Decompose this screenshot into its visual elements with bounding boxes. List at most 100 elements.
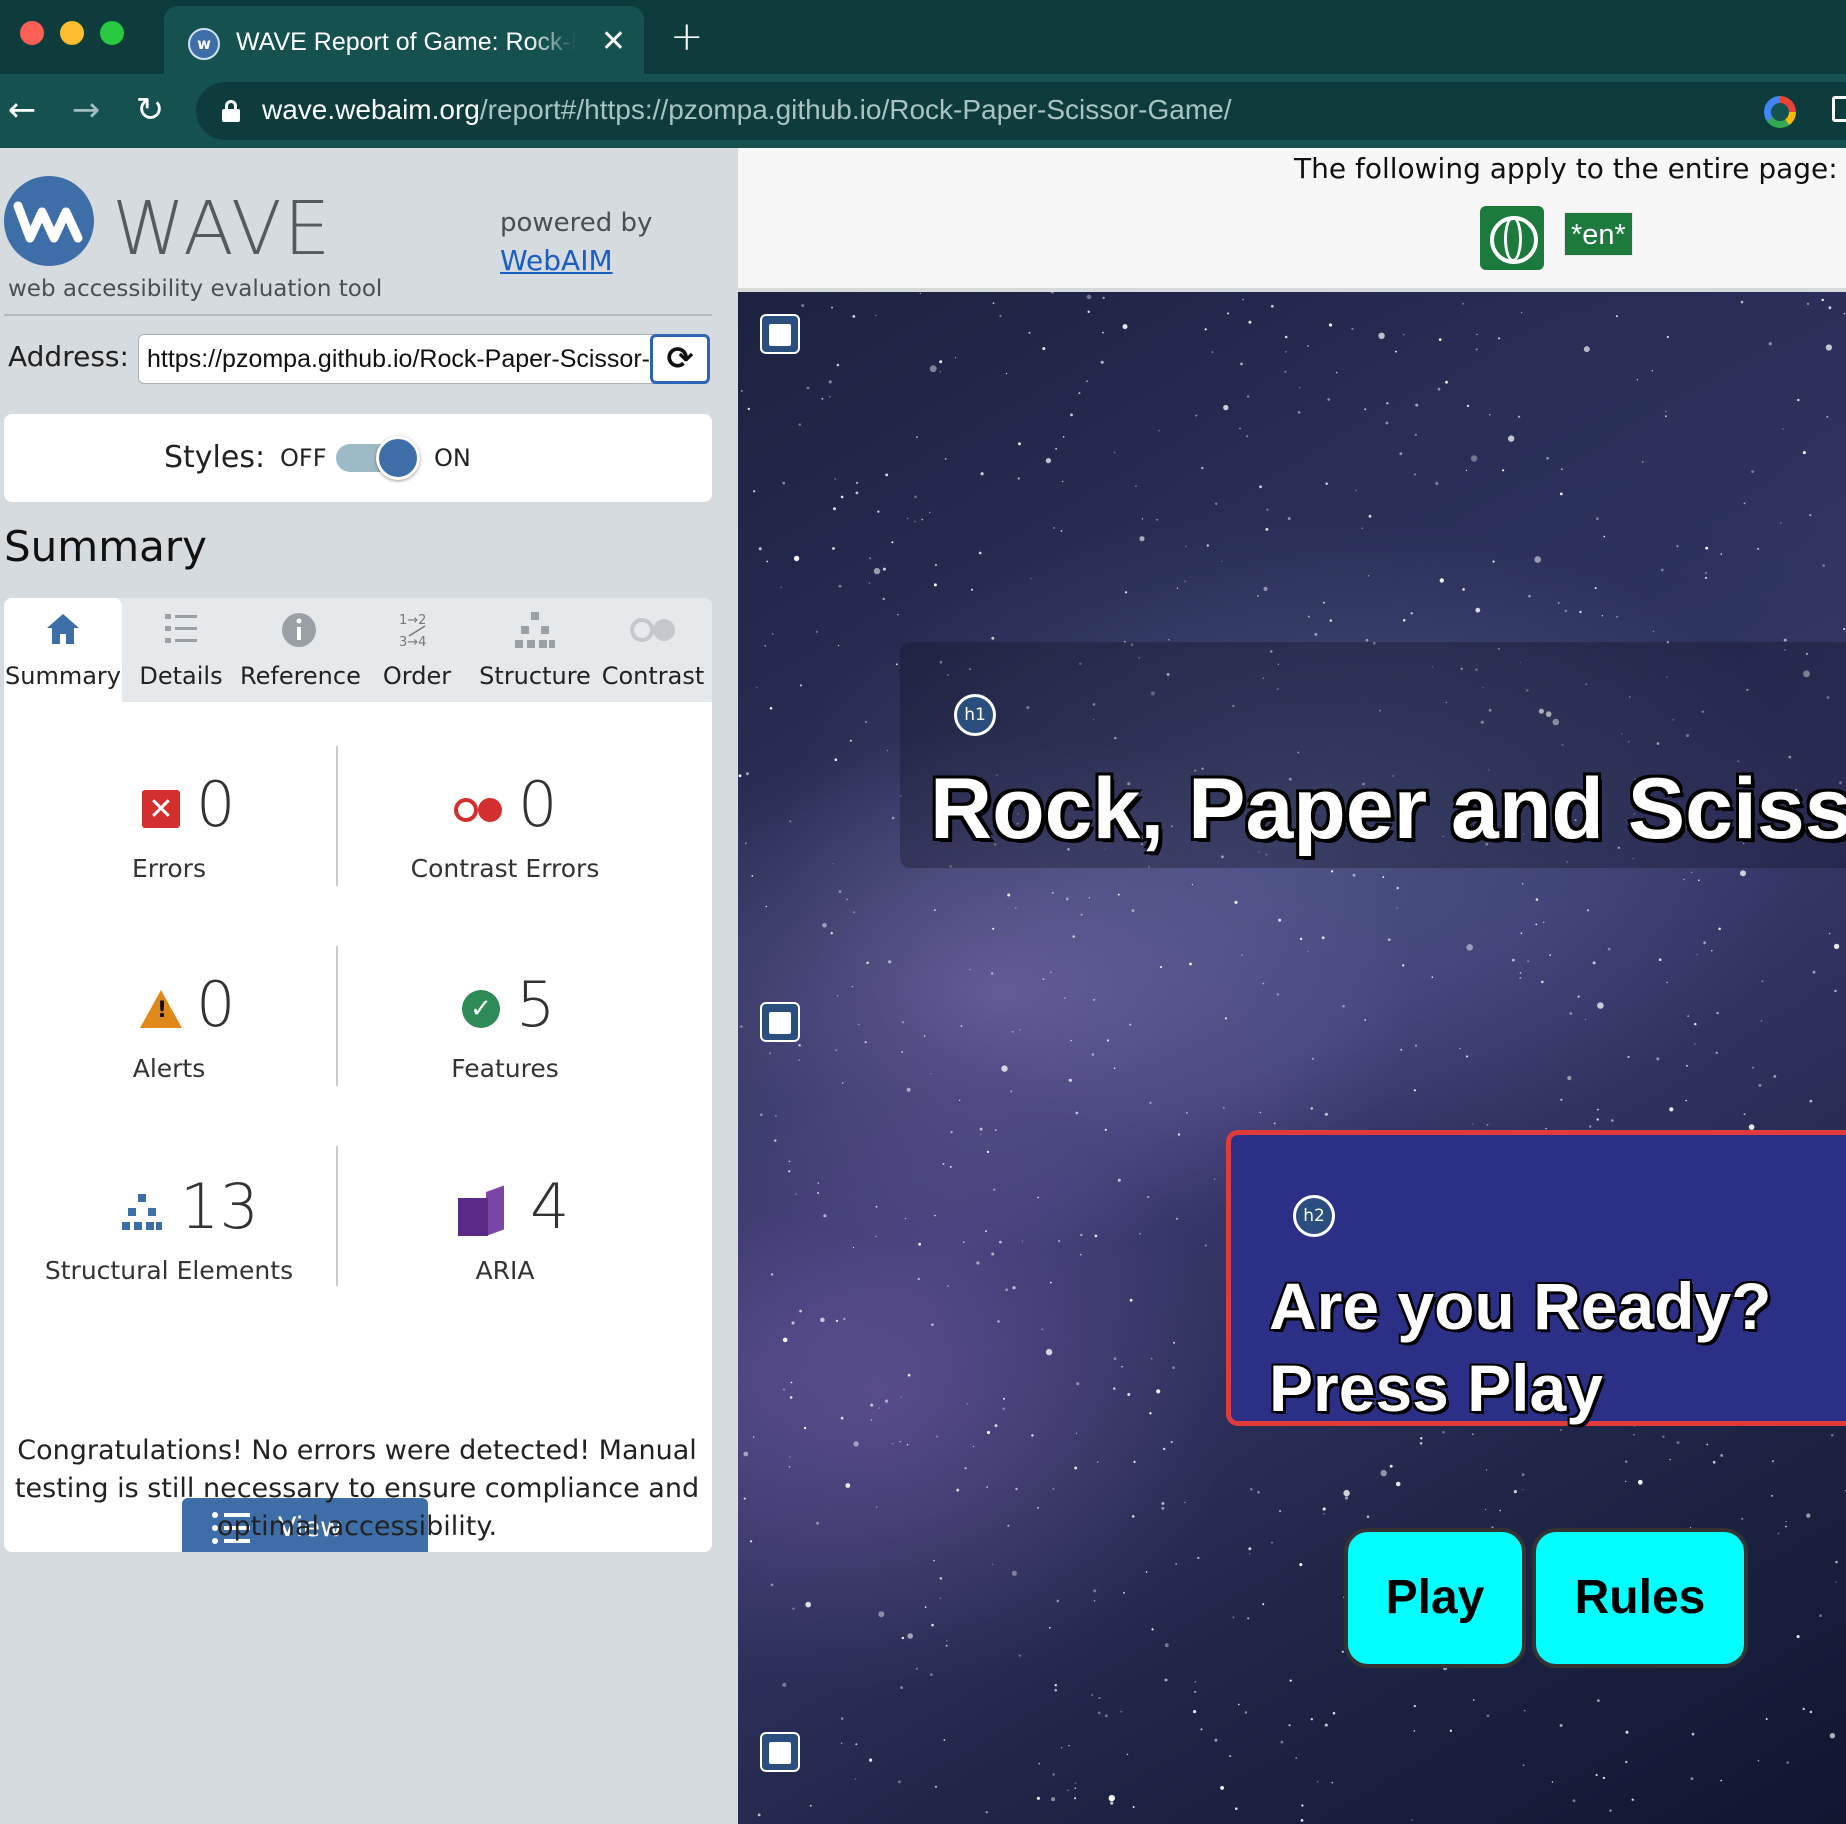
star — [757, 1813, 761, 1817]
star — [1156, 1389, 1161, 1394]
star — [1513, 1490, 1517, 1494]
refresh-report-button[interactable]: ⟳ — [650, 334, 710, 384]
star — [750, 1540, 753, 1543]
star — [1835, 1581, 1837, 1583]
structural-label: Structural Elements — [44, 1256, 294, 1285]
back-arrow-icon[interactable]: ← — [0, 88, 44, 132]
stat-errors[interactable]: ✕ 0 Errors — [4, 742, 334, 902]
star — [1074, 1466, 1078, 1470]
star — [1413, 1089, 1416, 1092]
star — [939, 1577, 943, 1580]
address-input[interactable]: https://pzompa.github.io/Rock-Paper-Scis… — [138, 334, 658, 384]
star — [1158, 429, 1160, 432]
url-text[interactable]: wave.webaim.org/report#/https://pzompa.g… — [262, 94, 1232, 126]
google-icon[interactable] — [1764, 96, 1796, 128]
close-window-button[interactable] — [20, 21, 44, 45]
star — [1151, 1628, 1154, 1631]
star — [1829, 1733, 1836, 1739]
close-tab-icon[interactable]: ✕ — [601, 24, 626, 60]
rules-button[interactable]: Rules — [1532, 1528, 1748, 1668]
lock-icon[interactable] — [222, 100, 240, 122]
region-landmark-icon[interactable] — [760, 314, 800, 354]
star — [1342, 1004, 1345, 1008]
star — [1387, 938, 1391, 941]
tab-reference[interactable]: Reference — [240, 598, 361, 702]
play-button[interactable]: Play — [1344, 1528, 1526, 1668]
share-icon[interactable] — [1832, 96, 1846, 122]
h1-badge-icon[interactable]: h1 — [954, 694, 996, 736]
page-level-notice: The following apply to the entire page: … — [738, 148, 1846, 290]
star — [1185, 545, 1187, 548]
star — [1694, 1043, 1696, 1045]
star — [1019, 1029, 1021, 1031]
star — [1519, 972, 1522, 974]
star — [1676, 545, 1679, 548]
svg-text:3→4: 3→4 — [399, 635, 426, 650]
star — [1752, 1066, 1754, 1069]
star — [1809, 1710, 1813, 1714]
minimize-window-button[interactable] — [60, 21, 84, 45]
star — [991, 1252, 995, 1256]
star — [1070, 413, 1073, 417]
region-landmark-icon[interactable] — [760, 1002, 800, 1042]
maximize-window-button[interactable] — [100, 21, 124, 45]
styles-on-label: ON — [434, 444, 471, 472]
star — [1760, 1020, 1763, 1022]
wave-logo-icon — [4, 176, 94, 266]
new-tab-button[interactable]: + — [670, 14, 704, 60]
tab-summary[interactable]: Summary — [4, 598, 122, 702]
star — [780, 586, 782, 588]
star — [986, 1486, 988, 1488]
h2-badge-icon[interactable]: h2 — [1293, 1195, 1335, 1237]
stat-alerts[interactable]: ! 0 Alerts — [4, 942, 334, 1102]
star — [1080, 1233, 1083, 1237]
star — [1809, 1099, 1813, 1103]
region-landmark-icon[interactable] — [760, 1732, 800, 1772]
browser-tab-active[interactable]: w WAVE Report of Game: Rock-Paper-Scisso… — [164, 6, 644, 74]
stat-aria[interactable]: 4 ARIA — [340, 1144, 670, 1304]
star — [740, 1025, 743, 1028]
star — [1771, 1460, 1774, 1463]
reload-icon[interactable]: ↻ — [128, 88, 172, 132]
styles-toggle-knob[interactable] — [376, 436, 420, 480]
star — [1366, 1515, 1370, 1519]
star — [836, 363, 840, 367]
star — [1703, 941, 1706, 945]
star — [1564, 609, 1567, 612]
star — [1307, 951, 1309, 953]
language-globe-icon[interactable] — [1480, 206, 1544, 270]
star — [855, 481, 859, 485]
star — [1113, 1357, 1117, 1361]
webaim-link[interactable]: WebAIM — [500, 244, 613, 277]
stat-structural-elements[interactable]: 13 Structural Elements — [4, 1144, 334, 1304]
star — [1037, 1506, 1039, 1509]
star — [1335, 371, 1338, 374]
star — [1802, 451, 1806, 455]
language-badge[interactable]: *en* — [1564, 212, 1633, 256]
star — [1835, 1560, 1838, 1564]
star — [1301, 1804, 1304, 1807]
star — [1843, 628, 1846, 630]
star — [1170, 1440, 1173, 1444]
star — [1718, 927, 1721, 931]
star — [1054, 1684, 1057, 1687]
star — [1592, 961, 1596, 965]
star — [1705, 571, 1708, 574]
star — [1546, 456, 1549, 460]
star — [1834, 989, 1837, 993]
star — [934, 563, 937, 567]
star — [1415, 403, 1419, 407]
tab-order[interactable]: 1→2 3→4 Order — [358, 598, 476, 702]
tab-contrast[interactable]: Contrast — [594, 598, 712, 702]
star — [1413, 473, 1417, 476]
star — [1273, 1122, 1276, 1125]
tab-details[interactable]: Details — [122, 598, 240, 702]
address-bar[interactable]: wave.webaim.org/report#/https://pzompa.g… — [196, 82, 1846, 140]
star — [769, 1052, 772, 1055]
stat-contrast-errors[interactable]: 0 Contrast Errors — [340, 742, 670, 902]
star — [805, 1601, 811, 1608]
forward-arrow-icon[interactable]: → — [64, 88, 108, 132]
stat-features[interactable]: ✓ 5 Features — [340, 942, 670, 1102]
star — [831, 306, 833, 309]
tab-structure[interactable]: Structure — [476, 598, 594, 702]
